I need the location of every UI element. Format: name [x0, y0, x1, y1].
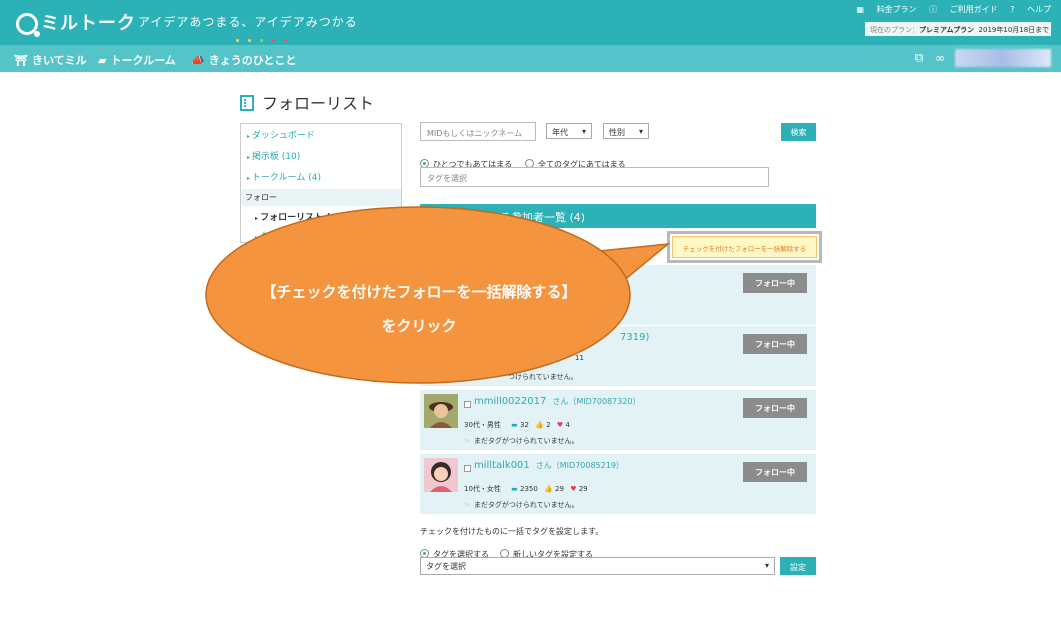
- search-button[interactable]: 検索: [781, 123, 816, 141]
- list-item: mmill0022017 さん（MID70087320） 30代・男性 ▬ 32 …: [420, 390, 816, 450]
- comment-icon: ▬: [511, 485, 518, 493]
- sidebar: ダッシュボード 掲示板 (10) トークルーム (4) フォロー フォローリスト…: [240, 123, 402, 243]
- header-links: ▦ 料金プラン ⓘ ご利用ガイド ? ヘルプ: [846, 4, 1051, 15]
- page-title: フォローリスト: [240, 90, 374, 114]
- page-title-text: フォローリスト: [262, 94, 375, 113]
- user-checkbox[interactable]: [464, 465, 471, 472]
- user-tags: ✎ まだタグがつけられていません。: [464, 501, 579, 509]
- user-meta: 10代・女性 ▬ 2350 👍 29 ♥ 29: [464, 485, 588, 493]
- bulk-unfollow-button[interactable]: チェックを付けたフォローを一括解除する: [667, 231, 822, 263]
- plan-expiry: 2019年10月18日まで: [978, 26, 1050, 34]
- megaphone-icon: 📣: [191, 54, 205, 67]
- user-avatar-male[interactable]: [424, 394, 458, 428]
- bulk-tag-description: チェックを付けたものに一括でタグを設定します。: [420, 527, 604, 536]
- logo-mark-icon: [16, 13, 40, 37]
- age-select[interactable]: 年代: [546, 123, 592, 139]
- following-button[interactable]: フォロー中: [743, 398, 807, 418]
- logo[interactable]: ミルトーク: [16, 9, 136, 37]
- user-checkbox[interactable]: [464, 401, 471, 408]
- user-meta: 30代・男性 ▬ 32 👍 2 ♥ 4: [464, 421, 570, 429]
- message-icon[interactable]: ⧉: [915, 51, 924, 65]
- sidebar-item-board[interactable]: 掲示板 (10): [241, 145, 401, 166]
- pencil-icon: ✎: [464, 501, 470, 509]
- callout-line-1: 【チェックを付けたフォローを一括解除する】: [261, 283, 577, 301]
- following-button[interactable]: フォロー中: [743, 334, 807, 354]
- sidebar-item-talkroom[interactable]: トークルーム (4): [241, 166, 401, 187]
- pencil-icon: ✎: [464, 437, 470, 445]
- tagline-dots: [236, 27, 296, 46]
- callout-text: 【チェックを付けたフォローを一括解除する】 をクリック: [205, 275, 633, 343]
- heart-icon: ♥: [556, 421, 564, 429]
- help-link[interactable]: ? ヘルプ: [1010, 5, 1051, 14]
- sidebar-item-tag-manage[interactable]: タグ管理: [241, 225, 401, 244]
- participant-list-header: る参加者一覧 (4): [420, 204, 816, 228]
- sidebar-item-follow-list[interactable]: フォローリスト (4): [241, 206, 401, 225]
- board-icon: ⛩: [14, 54, 28, 67]
- user-tags: ✎ まだタグがつけられていません。: [464, 437, 579, 445]
- user-tags: つけられていません。: [508, 373, 578, 381]
- bulk-tag-select[interactable]: タグを選択: [420, 557, 775, 575]
- set-tag-button[interactable]: 設定: [780, 557, 816, 575]
- bulk-unfollow-label: チェックを付けたフォローを一括解除する: [672, 236, 817, 258]
- user-avatar[interactable]: [955, 49, 1051, 67]
- following-button[interactable]: フォロー中: [743, 273, 807, 293]
- nav-hitokoto[interactable]: 📣 きょうのひとこと: [191, 52, 296, 68]
- comment-icon: ▬: [511, 421, 518, 429]
- sidebar-section-follow: フォロー: [241, 189, 401, 206]
- sidebar-item-dashboard[interactable]: ダッシュボード: [241, 124, 401, 145]
- chat-bubbles-icon[interactable]: ∞: [935, 51, 945, 65]
- main-nav-bar: ⛩ きいてミル ▰ トークルーム 📣 きょうのひとこと ⧉ ∞: [0, 45, 1061, 72]
- following-button[interactable]: フォロー中: [743, 462, 807, 482]
- user-avatar-female[interactable]: [424, 458, 458, 492]
- nav-right-icons: ⧉ ∞: [915, 49, 1051, 67]
- logo-text: ミルトーク: [41, 13, 136, 34]
- callout-line-2: をクリック: [381, 317, 457, 335]
- user-name[interactable]: milltalk001 さん（MID70085219）: [474, 460, 624, 471]
- tag-select-input[interactable]: タグを選択: [420, 167, 769, 187]
- top-header-bar: ミルトーク アイデアあつまる、アイデアみつかる ▦ 料金プラン ⓘ ご利用ガイド…: [0, 0, 1061, 45]
- nav-kiitemiru[interactable]: ⛩ きいてミル: [14, 52, 87, 68]
- user-name[interactable]: mmill0022017 さん（MID70087320）: [474, 396, 641, 407]
- heart-icon: ♥: [570, 485, 577, 493]
- current-plan-box: 現在のプラン：プレミアムプラン 2019年10月18日まで: [865, 22, 1051, 36]
- list-item: milltalk001 さん（MID70085219） 10代・女性 ▬ 2350…: [420, 454, 816, 514]
- plan-name: プレミアムプラン: [919, 26, 975, 34]
- user-heart-count: 11: [575, 354, 584, 362]
- mid-search-input[interactable]: MIDもしくはニックネーム: [420, 122, 536, 141]
- thumbs-up-icon: 👍: [535, 421, 544, 429]
- building-icon: [240, 95, 254, 111]
- thumbs-up-icon: 👍: [544, 485, 553, 493]
- plan-label: 現在のプラン：: [870, 26, 919, 34]
- chat-icon: ▰: [98, 54, 107, 67]
- gender-select[interactable]: 性別: [603, 123, 649, 139]
- nav-talkroom[interactable]: ▰ トークルーム: [98, 52, 176, 68]
- pricing-link[interactable]: ▦ 料金プラン: [856, 5, 916, 14]
- guide-link[interactable]: ⓘ ご利用ガイド: [929, 5, 998, 14]
